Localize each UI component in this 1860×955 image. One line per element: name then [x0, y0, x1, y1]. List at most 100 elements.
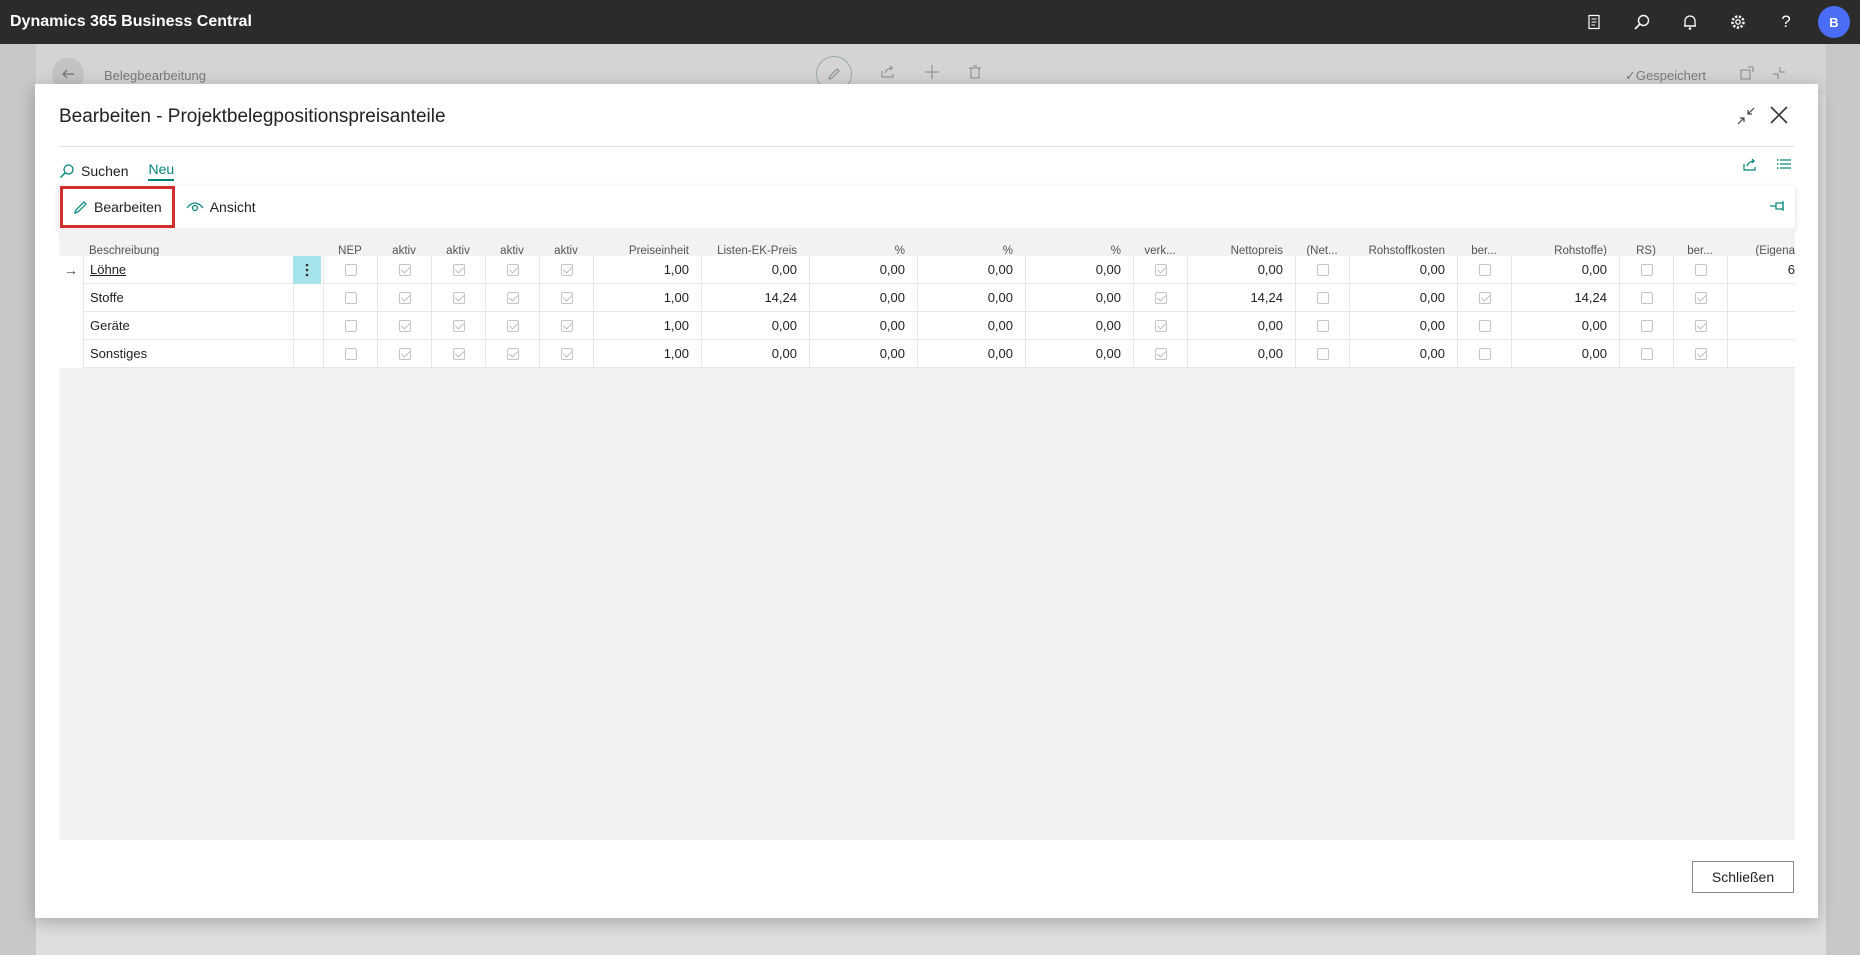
cell-rohstoffe[interactable]: 14,24 — [1511, 284, 1619, 312]
cell-preiseinheit[interactable]: 1,00 — [593, 284, 701, 312]
cell-nep[interactable] — [323, 312, 377, 340]
cell-c2[interactable] — [431, 256, 485, 284]
checkbox[interactable] — [398, 263, 411, 276]
cell-c2[interactable] — [431, 284, 485, 312]
row-menu-button[interactable] — [293, 256, 321, 284]
tab-new[interactable]: Neu — [148, 161, 175, 181]
cell-rohstoffe[interactable]: 0,00 — [1511, 312, 1619, 340]
checkbox[interactable] — [1640, 347, 1653, 360]
cell-verk[interactable] — [1133, 284, 1187, 312]
checkbox[interactable] — [560, 291, 573, 304]
gear-icon[interactable] — [1714, 0, 1762, 44]
checkbox[interactable] — [560, 347, 573, 360]
cell-rohstoff[interactable]: 0,00 — [1349, 284, 1457, 312]
checkbox[interactable] — [1154, 291, 1167, 304]
row-menu-cell[interactable] — [293, 312, 323, 340]
checkbox[interactable] — [398, 319, 411, 332]
cell-netto[interactable]: 0,00 — [1187, 312, 1295, 340]
cell-nep[interactable] — [323, 340, 377, 368]
cell-preiseinheit[interactable]: 1,00 — [593, 256, 701, 284]
checkbox[interactable] — [1694, 347, 1707, 360]
cell-ber2[interactable] — [1673, 312, 1727, 340]
cell-net[interactable] — [1295, 340, 1349, 368]
cell-c2[interactable] — [431, 312, 485, 340]
checkbox[interactable] — [1154, 347, 1167, 360]
cell-p2[interactable]: 0,00 — [917, 340, 1025, 368]
checkbox[interactable] — [1478, 291, 1491, 304]
checkbox[interactable] — [344, 263, 357, 276]
cell-verk[interactable] — [1133, 312, 1187, 340]
cell-rohstoff[interactable]: 0,00 — [1349, 256, 1457, 284]
cell-desc[interactable]: Sonstiges — [83, 340, 293, 368]
checkbox[interactable] — [560, 263, 573, 276]
checkbox[interactable] — [1154, 263, 1167, 276]
view-button[interactable]: Ansicht — [176, 186, 266, 228]
checkbox[interactable] — [1640, 291, 1653, 304]
cell-c1[interactable] — [377, 340, 431, 368]
cell-c1[interactable] — [377, 312, 431, 340]
checkbox[interactable] — [398, 347, 411, 360]
cell-p1[interactable]: 0,00 — [809, 284, 917, 312]
cell-netto[interactable]: 14,24 — [1187, 284, 1295, 312]
cell-rs[interactable] — [1619, 312, 1673, 340]
cell-c3[interactable] — [485, 340, 539, 368]
cell-rs[interactable] — [1619, 340, 1673, 368]
checkbox[interactable] — [1694, 319, 1707, 332]
cell-p2[interactable]: 0,00 — [917, 256, 1025, 284]
pin-icon[interactable] — [1769, 199, 1787, 215]
cell-nep[interactable] — [323, 284, 377, 312]
cell-ber2[interactable] — [1673, 256, 1727, 284]
cell-nep[interactable] — [323, 256, 377, 284]
close-icon[interactable] — [1768, 104, 1790, 126]
cell-ber2[interactable] — [1673, 284, 1727, 312]
cell-verk[interactable] — [1133, 340, 1187, 368]
checkbox[interactable] — [1694, 263, 1707, 276]
cell-c4[interactable] — [539, 284, 593, 312]
cell-rs[interactable] — [1619, 284, 1673, 312]
row-menu-cell[interactable] — [293, 340, 323, 368]
cell-p3[interactable]: 0,00 — [1025, 340, 1133, 368]
cell-net[interactable] — [1295, 312, 1349, 340]
cell-p3[interactable]: 0,00 — [1025, 312, 1133, 340]
cell-p1[interactable]: 0,00 — [809, 340, 917, 368]
cell-desc[interactable]: Löhne — [83, 256, 293, 284]
cell-c1[interactable] — [377, 256, 431, 284]
document-icon[interactable] — [1570, 0, 1618, 44]
checkbox[interactable] — [1478, 347, 1491, 360]
help-icon[interactable]: ? — [1762, 0, 1810, 44]
cell-c3[interactable] — [485, 256, 539, 284]
cell-c2[interactable] — [431, 340, 485, 368]
cell-p1[interactable]: 0,00 — [809, 256, 917, 284]
cell-preiseinheit[interactable]: 1,00 — [593, 312, 701, 340]
cell-c3[interactable] — [485, 312, 539, 340]
cell-c4[interactable] — [539, 312, 593, 340]
cell-c4[interactable] — [539, 256, 593, 284]
cell-net[interactable] — [1295, 284, 1349, 312]
checkbox[interactable] — [344, 291, 357, 304]
close-button[interactable]: Schließen — [1692, 861, 1794, 893]
row-description[interactable]: Löhne — [90, 262, 126, 277]
checkbox[interactable] — [560, 319, 573, 332]
cell-eigen[interactable] — [1727, 284, 1795, 312]
cell-eigen[interactable] — [1727, 312, 1795, 340]
checkbox[interactable] — [344, 347, 357, 360]
cell-rohstoffe[interactable]: 0,00 — [1511, 256, 1619, 284]
checkbox[interactable] — [398, 291, 411, 304]
checkbox[interactable] — [1316, 319, 1329, 332]
checkbox[interactable] — [452, 291, 465, 304]
checkbox[interactable] — [1154, 319, 1167, 332]
cell-c3[interactable] — [485, 284, 539, 312]
cell-rs[interactable] — [1619, 256, 1673, 284]
checkbox[interactable] — [452, 319, 465, 332]
cell-eigen[interactable] — [1727, 340, 1795, 368]
search-icon[interactable] — [1618, 0, 1666, 44]
checkbox[interactable] — [506, 263, 519, 276]
checkbox[interactable] — [344, 319, 357, 332]
cell-netto[interactable]: 0,00 — [1187, 256, 1295, 284]
cell-c4[interactable] — [539, 340, 593, 368]
cell-p3[interactable]: 0,00 — [1025, 256, 1133, 284]
cell-p3[interactable]: 0,00 — [1025, 284, 1133, 312]
checkbox[interactable] — [1478, 263, 1491, 276]
cell-eigen[interactable]: 6 — [1727, 256, 1795, 284]
cell-ber2[interactable] — [1673, 340, 1727, 368]
